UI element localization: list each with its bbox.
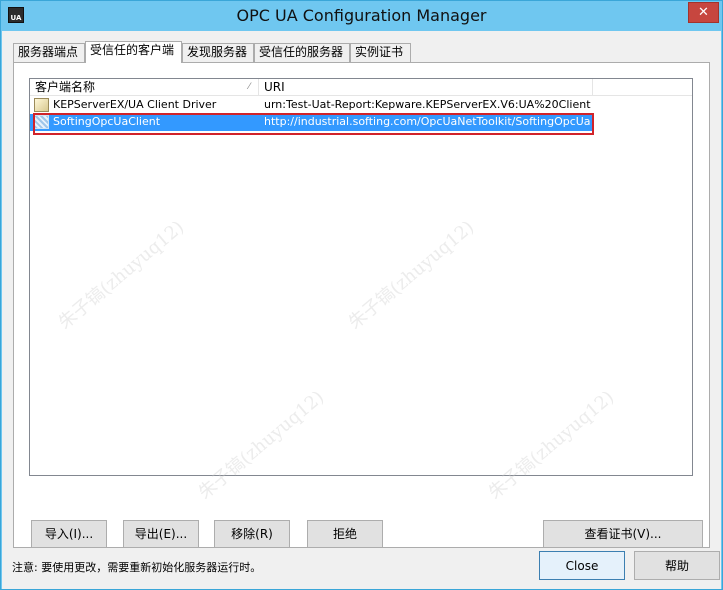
tab-server-endpoints[interactable]: 服务器端点 [13,43,85,62]
tab-discovery-servers[interactable]: 发现服务器 [182,43,254,62]
close-button[interactable]: Close [539,551,625,580]
title-bar[interactable]: UA OPC UA Configuration Manager ✕ [1,1,722,31]
table-row-selected[interactable]: SoftingOpcUaClient http://industrial.sof… [30,114,592,131]
window-title: OPC UA Configuration Manager [236,6,487,25]
status-note: 注意: 要使用更改，需要重新初始化服务器运行时。 [12,561,262,574]
export-button[interactable]: 导出(E)... [123,520,199,548]
sort-indicator-icon: ⁄ [248,82,250,92]
list-header: 客户端名称 ⁄ URI [30,79,692,96]
tab-instance-certificate[interactable]: 实例证书 [350,43,411,62]
certificate-icon [34,98,49,112]
dialog-body: 服务器端点 受信任的客户端 发现服务器 受信任的服务器 实例证书 客户端名称 ⁄… [2,31,721,589]
column-header-label: 客户端名称 [35,80,96,94]
tab-trusted-clients[interactable]: 受信任的客户端 [85,41,182,63]
trusted-clients-panel: 客户端名称 ⁄ URI KEPServerEX/UA Client Driver… [13,62,710,548]
close-icon: ✕ [698,5,709,20]
client-name-cell: SoftingOpcUaClient [53,115,161,128]
certificate-icon [34,115,49,129]
client-uri-cell: http://industrial.softing.com/OpcUaNetTo… [264,115,591,128]
trusted-clients-list[interactable]: 客户端名称 ⁄ URI KEPServerEX/UA Client Driver… [29,78,693,476]
column-header-client-name[interactable]: 客户端名称 ⁄ [30,79,259,96]
column-header-label: URI [264,80,285,94]
tab-trusted-servers[interactable]: 受信任的服务器 [254,43,350,62]
app-window: UA OPC UA Configuration Manager ✕ 服务器端点 … [0,0,723,590]
column-header-uri[interactable]: URI [259,79,593,96]
client-uri-cell: urn:Test-Uat-Report:Kepware.KEPServerEX.… [264,98,591,111]
reject-button[interactable]: 拒绝 [307,520,383,548]
remove-button[interactable]: 移除(R) [214,520,290,548]
close-window-button[interactable]: ✕ [688,2,719,23]
client-name-cell: KEPServerEX/UA Client Driver [53,98,217,111]
import-button[interactable]: 导入(I)... [31,520,107,548]
view-certificate-button[interactable]: 查看证书(V)... [543,520,703,548]
table-row[interactable]: KEPServerEX/UA Client Driver urn:Test-Ua… [30,97,692,114]
help-button[interactable]: 帮助 [634,551,720,580]
